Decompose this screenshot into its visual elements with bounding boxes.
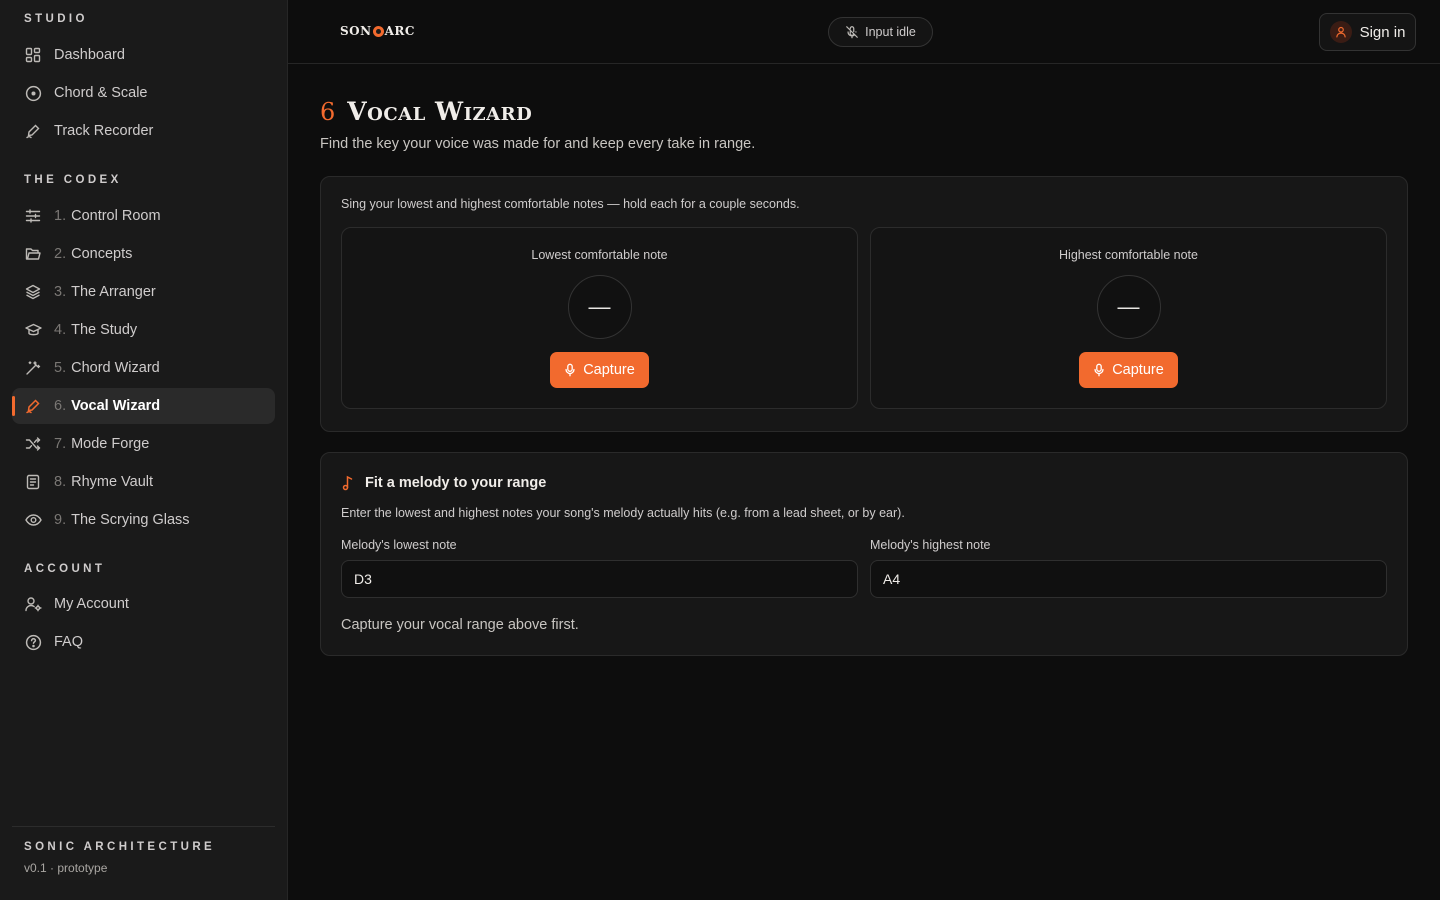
sidebar-item-chord-wizard[interactable]: 5. Chord Wizard — [12, 350, 275, 386]
lowest-note-display: — — [567, 275, 632, 339]
graduation-cap-icon — [24, 321, 42, 339]
sidebar-item-label: My Account — [54, 596, 129, 612]
sidebar-item-my-account[interactable]: My Account — [12, 586, 275, 622]
sidebar-item-number: 4. — [54, 322, 67, 338]
layers-icon — [24, 283, 42, 301]
mic-off-icon — [845, 25, 859, 39]
melody-lowest-input[interactable] — [341, 560, 858, 598]
eye-icon — [24, 511, 42, 529]
sidebar-item-mode-forge[interactable]: 7. Mode Forge — [12, 426, 275, 462]
melody-highest-label: Melody's highest note — [870, 538, 991, 552]
highest-note-panel: Highest comfortable note — Capture — [870, 227, 1387, 409]
capture-highest-button[interactable]: Capture — [1079, 352, 1178, 388]
sidebar-item-label: Track Recorder — [54, 123, 154, 139]
fit-status-message: Capture your vocal range above first. — [341, 617, 579, 633]
lowest-note-label: Lowest comfortable note — [531, 248, 668, 262]
melody-highest-input[interactable] — [870, 560, 1387, 598]
fit-melody-heading: Fit a melody to your range — [341, 475, 1387, 491]
pen-icon — [24, 122, 42, 140]
page-number: 6 — [320, 98, 336, 126]
highest-note-display: — — [1096, 275, 1161, 339]
sidebar-item-number: 6. — [54, 398, 67, 414]
sidebar-item-the-arranger[interactable]: 3. The Arranger — [12, 274, 275, 310]
page-header: 6 Vocal Wizard — [320, 97, 1408, 126]
sidebar-footer: SONIC ARCHITECTURE v0.1 · prototype — [12, 826, 275, 875]
sign-in-button[interactable]: Sign in — [1319, 13, 1416, 51]
target-icon — [24, 84, 42, 102]
microphone-icon — [1093, 363, 1105, 377]
footer-version: v0.1 · prototype — [24, 861, 108, 875]
fit-melody-card: Fit a melody to your range Enter the low… — [320, 452, 1408, 656]
sidebar-item-label: Vocal Wizard — [71, 398, 161, 414]
user-gear-icon — [24, 595, 42, 613]
sidebar-item-the-scrying-glass[interactable]: 9. The Scrying Glass — [12, 502, 275, 538]
sidebar-item-the-study[interactable]: 4. The Study — [12, 312, 275, 348]
sidebar-item-label: Dashboard — [54, 47, 125, 63]
sidebar-item-label: Concepts — [71, 246, 133, 262]
logo-mark-icon — [372, 25, 384, 37]
page-title: Vocal Wizard — [347, 97, 533, 126]
sidebar-item-number: 3. — [54, 284, 67, 300]
capture-label: Capture — [1112, 362, 1164, 378]
sidebar-item-control-room[interactable]: 1. Control Room — [12, 198, 275, 234]
melody-lowest-label: Melody's lowest note — [341, 538, 457, 552]
sidebar-item-concepts[interactable]: 2. Concepts — [12, 236, 275, 272]
sliders-icon — [24, 207, 42, 225]
sidebar-item-vocal-wizard[interactable]: 6. Vocal Wizard — [12, 388, 275, 424]
sidebar-item-label: Control Room — [71, 208, 161, 224]
sidebar-item-label: Mode Forge — [71, 436, 150, 452]
sidebar: STUDIO Dashboard Chord & Scale Track Rec… — [0, 0, 288, 900]
sidebar-item-number: 5. — [54, 360, 67, 376]
fit-melody-title: Fit a melody to your range — [365, 475, 547, 491]
sidebar-item-label: Chord & Scale — [54, 85, 148, 101]
lowest-note-panel: Lowest comfortable note — Capture — [341, 227, 858, 409]
sidebar-item-label: The Arranger — [71, 284, 156, 300]
input-status-badge: Input idle — [828, 17, 933, 47]
capture-lowest-button[interactable]: Capture — [550, 352, 649, 388]
sidebar-item-number: 2. — [54, 246, 67, 262]
sidebar-item-number: 7. — [54, 436, 67, 452]
grid-icon — [24, 46, 42, 64]
fit-melody-description: Enter the lowest and highest notes your … — [341, 506, 905, 520]
sidebar-item-rhyme-vault[interactable]: 8. Rhyme Vault — [12, 464, 275, 500]
vocal-range-card: Sing your lowest and highest comfortable… — [320, 176, 1408, 432]
logo-text-right: ARC — [384, 24, 415, 38]
section-title-studio: STUDIO — [24, 13, 88, 25]
sidebar-item-faq[interactable]: FAQ — [12, 624, 275, 660]
sidebar-item-number: 9. — [54, 512, 67, 528]
sidebar-item-label: The Study — [71, 322, 138, 338]
sidebar-item-number: 8. — [54, 474, 67, 490]
pen-icon — [24, 397, 42, 415]
sign-in-label: Sign in — [1359, 23, 1406, 41]
section-title-codex: THE CODEX — [24, 174, 122, 186]
shuffle-icon — [24, 435, 42, 453]
help-circle-icon — [24, 633, 42, 651]
sidebar-item-dashboard[interactable]: Dashboard — [12, 37, 275, 73]
folder-icon — [24, 245, 42, 263]
sidebar-item-chord-scale[interactable]: Chord & Scale — [12, 75, 275, 111]
top-bar: SON ARC Input idle Sign in — [288, 0, 1440, 64]
user-icon — [1329, 21, 1352, 43]
range-instructions: Sing your lowest and highest comfortable… — [341, 197, 800, 211]
notebook-icon — [24, 473, 42, 491]
input-status-text: Input idle — [865, 25, 916, 39]
sidebar-item-label: FAQ — [54, 634, 84, 650]
music-note-icon — [341, 475, 355, 491]
page-subtitle: Find the key your voice was made for and… — [320, 136, 756, 152]
logo-text-left: SON — [340, 24, 372, 38]
app-logo[interactable]: SON ARC — [340, 24, 415, 38]
magic-wand-icon — [24, 359, 42, 377]
sidebar-item-track-recorder[interactable]: Track Recorder — [12, 113, 275, 149]
sidebar-item-number: 1. — [54, 208, 67, 224]
highest-note-label: Highest comfortable note — [1059, 248, 1198, 262]
footer-brand: SONIC ARCHITECTURE — [24, 841, 216, 853]
sidebar-item-label: Rhyme Vault — [71, 474, 154, 490]
sidebar-item-label: Chord Wizard — [71, 360, 160, 376]
sidebar-item-label: The Scrying Glass — [71, 512, 190, 528]
microphone-icon — [564, 363, 576, 377]
section-title-account: ACCOUNT — [24, 563, 106, 575]
capture-label: Capture — [583, 362, 635, 378]
main-content: SON ARC Input idle Sign in 6 Vocal Wizar — [288, 0, 1440, 900]
